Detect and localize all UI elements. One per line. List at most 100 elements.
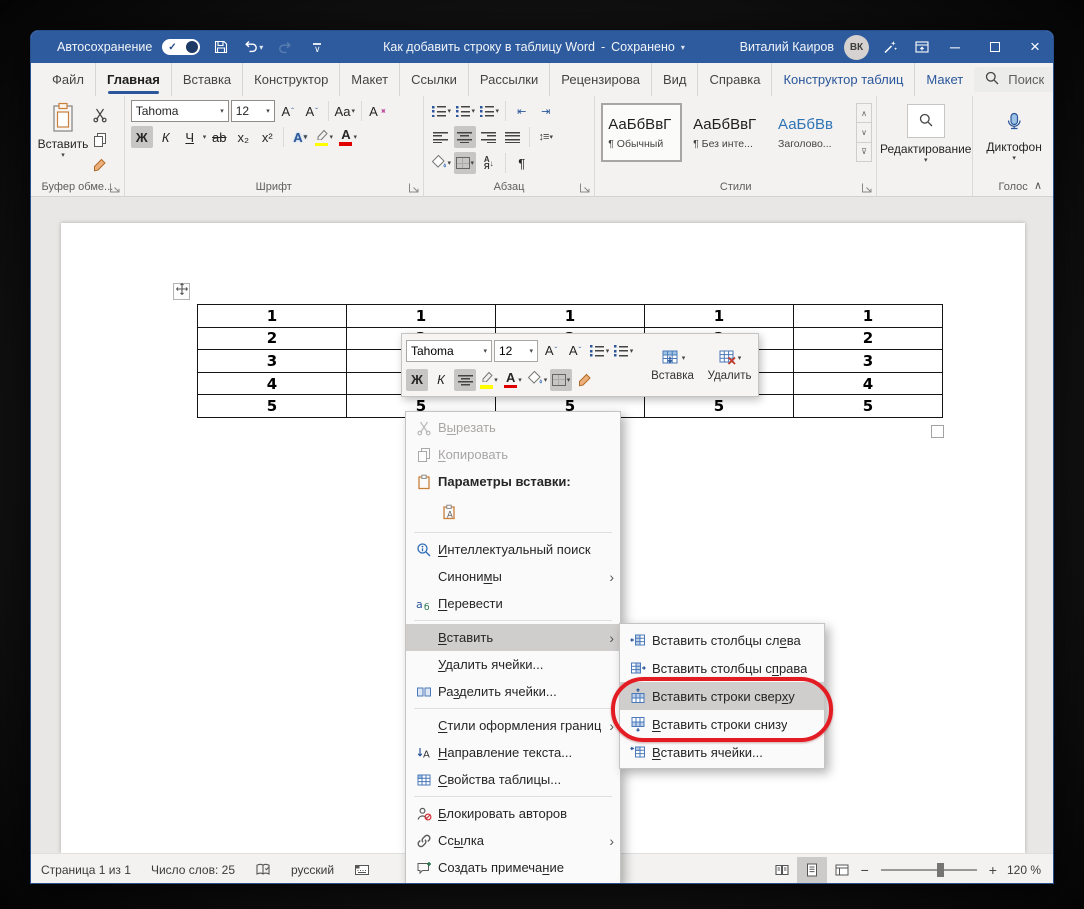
mini-grow-font-button[interactable]: Аˆ bbox=[540, 340, 562, 362]
font-size-combo[interactable]: 12▾ bbox=[231, 100, 275, 122]
table-cell-r1c3[interactable]: 1 bbox=[496, 305, 645, 328]
styles-scroll-up-button[interactable]: ∧ bbox=[857, 104, 871, 123]
collapse-ribbon-button[interactable]: ∧ bbox=[1029, 179, 1047, 192]
copy-button[interactable] bbox=[89, 129, 111, 151]
mini-bold-button[interactable]: Ж bbox=[406, 369, 428, 391]
table-cell-r1c4[interactable]: 1 bbox=[645, 305, 794, 328]
line-spacing-button[interactable]: ↕≡▾ bbox=[535, 126, 557, 148]
table-resize-handle[interactable] bbox=[931, 425, 944, 438]
dictate-button[interactable]: Диктофон ▾ bbox=[979, 100, 1049, 178]
web-layout-button[interactable] bbox=[827, 857, 857, 883]
bullets-button[interactable]: ▾ bbox=[430, 100, 452, 122]
language-indicator[interactable]: русский bbox=[281, 863, 344, 877]
mini-highlight-button[interactable]: ▾ bbox=[478, 369, 500, 391]
clear-formatting-button[interactable]: А✦ bbox=[367, 100, 389, 122]
zoom-slider-thumb[interactable] bbox=[937, 863, 944, 877]
context-menu-item-insert[interactable]: Вставить› bbox=[406, 624, 620, 651]
mini-insert-button[interactable]: ▾ Вставка bbox=[644, 349, 701, 382]
proofing-status-icon[interactable] bbox=[245, 862, 281, 878]
context-menu-item-text-direction[interactable]: АНаправление текста... bbox=[406, 739, 620, 766]
context-menu-paste-option-keep-text-only[interactable]: A bbox=[406, 495, 620, 529]
quick-access-more-button[interactable]: ∨ bbox=[306, 37, 328, 57]
increase-indent-button[interactable]: ⇥ bbox=[535, 100, 557, 122]
context-menu-item-delete-cells[interactable]: Удалить ячейки... bbox=[406, 651, 620, 678]
table-cell-r5c5[interactable]: 5 bbox=[794, 395, 943, 418]
mini-font-size-combo[interactable]: 12▾ bbox=[494, 340, 538, 362]
shrink-font-button[interactable]: Аˇ bbox=[301, 100, 323, 122]
multilevel-list-button[interactable]: ▾ bbox=[478, 100, 500, 122]
redo-button[interactable] bbox=[274, 37, 296, 57]
context-menu-item-border-styles[interactable]: Стили оформления границ› bbox=[406, 712, 620, 739]
chevron-down-icon[interactable]: ▾ bbox=[203, 133, 207, 141]
zoom-in-button[interactable]: + bbox=[985, 862, 1001, 878]
mini-align-center-button[interactable] bbox=[454, 369, 476, 391]
mini-shrink-font-button[interactable]: Аˇ bbox=[564, 340, 586, 362]
table-cell-r1c2[interactable]: 1 bbox=[347, 305, 496, 328]
mini-delete-button[interactable]: ▾ Удалить bbox=[701, 349, 758, 382]
tab-layout[interactable]: Макет bbox=[340, 63, 400, 96]
maximize-button[interactable] bbox=[977, 31, 1013, 63]
italic-button[interactable]: К bbox=[155, 126, 177, 148]
page-indicator[interactable]: Страница 1 из 1 bbox=[31, 863, 141, 877]
table-cell-r5c4[interactable]: 5 bbox=[645, 395, 794, 418]
table-cell-r5c1[interactable]: 5 bbox=[198, 395, 347, 418]
coming-soon-wand-icon[interactable] bbox=[879, 37, 901, 57]
align-right-button[interactable] bbox=[478, 126, 500, 148]
clipboard-dialog-launcher[interactable] bbox=[108, 181, 121, 194]
align-left-button[interactable] bbox=[430, 126, 452, 148]
mini-numbering-button[interactable]: ▾ bbox=[612, 340, 634, 362]
font-dialog-launcher[interactable] bbox=[407, 181, 420, 194]
table-cell-r4c1[interactable]: 4 bbox=[198, 372, 347, 395]
mini-borders-button[interactable]: ▾ bbox=[550, 369, 572, 391]
word-count[interactable]: Число слов: 25 bbox=[141, 863, 245, 877]
table-cell-r4c5[interactable]: 4 bbox=[794, 372, 943, 395]
justify-button[interactable] bbox=[502, 126, 524, 148]
context-menu-item-copy[interactable]: Копировать bbox=[406, 441, 620, 468]
tab-home[interactable]: Главная bbox=[96, 63, 172, 96]
table-cell-r3c5[interactable]: 3 bbox=[794, 350, 943, 373]
table-cell-r3c1[interactable]: 3 bbox=[198, 350, 347, 373]
superscript-button[interactable]: x² bbox=[256, 126, 278, 148]
mini-font-name-combo[interactable]: Tahoma▾ bbox=[406, 340, 492, 362]
undo-button[interactable]: ▾ bbox=[242, 37, 264, 57]
tab-table-layout[interactable]: Макет bbox=[915, 63, 974, 96]
tab-review[interactable]: Рецензирова bbox=[550, 63, 652, 96]
styles-dialog-launcher[interactable] bbox=[860, 181, 873, 194]
context-menu-item-translate[interactable]: абПеревести bbox=[406, 590, 620, 617]
table-cell-r2c1[interactable]: 2 bbox=[198, 327, 347, 350]
insert-submenu-item-insert-columns-left[interactable]: Вставить столбцы слева bbox=[620, 626, 824, 654]
numbering-button[interactable]: ▾ bbox=[454, 100, 476, 122]
style-card-2[interactable]: АаБбВвГ¶ Без инте... bbox=[686, 103, 767, 162]
shading-button[interactable]: ▾ bbox=[430, 152, 452, 174]
minimize-button[interactable]: ─ bbox=[937, 31, 973, 63]
ribbon-display-options-icon[interactable] bbox=[911, 37, 933, 57]
context-menu-item-split-cells[interactable]: Разделить ячейки... bbox=[406, 678, 620, 705]
styles-scroll-down-button[interactable]: ∨ bbox=[857, 123, 871, 142]
decrease-indent-button[interactable]: ⇤ bbox=[511, 100, 533, 122]
cut-button[interactable] bbox=[89, 104, 111, 126]
format-painter-button[interactable] bbox=[89, 154, 111, 176]
grow-font-button[interactable]: Аˆ bbox=[277, 100, 299, 122]
align-center-button[interactable] bbox=[454, 126, 476, 148]
table-cell-r2c5[interactable]: 2 bbox=[794, 327, 943, 350]
read-mode-button[interactable] bbox=[767, 857, 797, 883]
borders-button[interactable]: ▾ bbox=[454, 152, 476, 174]
style-card-3[interactable]: АаБбВвЗаголово... bbox=[771, 103, 852, 162]
context-menu-item-new-comment[interactable]: Создать примечание bbox=[406, 854, 620, 881]
tab-mailings[interactable]: Рассылки bbox=[469, 63, 550, 96]
paragraph-dialog-launcher[interactable] bbox=[578, 181, 591, 194]
font-name-combo[interactable]: Tahoma▾ bbox=[131, 100, 229, 122]
context-menu-item-table-properties[interactable]: Свойства таблицы... bbox=[406, 766, 620, 793]
context-menu-item-synonyms[interactable]: Синонимы› bbox=[406, 563, 620, 590]
tab-view[interactable]: Вид bbox=[652, 63, 699, 96]
context-menu-item-cut[interactable]: Вырезать bbox=[406, 414, 620, 441]
context-menu-item-smart-lookup[interactable]: Интеллектуальный поиск bbox=[406, 536, 620, 563]
tab-table-design[interactable]: Конструктор таблиц bbox=[772, 63, 915, 96]
zoom-level[interactable]: 120 % bbox=[1001, 863, 1053, 877]
strikethrough-button[interactable]: ab bbox=[208, 126, 230, 148]
tab-references[interactable]: Ссылки bbox=[400, 63, 469, 96]
print-layout-button[interactable] bbox=[797, 857, 827, 883]
tab-help[interactable]: Справка bbox=[698, 63, 772, 96]
table-cell-r1c5[interactable]: 1 bbox=[794, 305, 943, 328]
insert-submenu-item-insert-cells[interactable]: Вставить ячейки... bbox=[620, 738, 824, 766]
